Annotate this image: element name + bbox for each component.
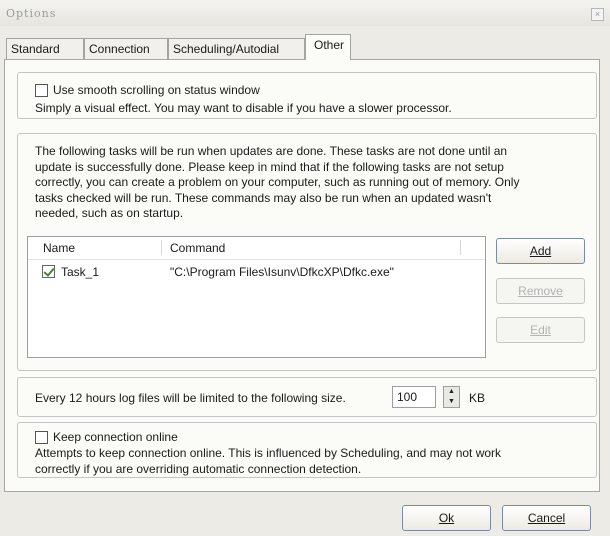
remove-button[interactable]: Remove <box>496 278 585 304</box>
log-size-label: Every 12 hours log files will be limited… <box>35 391 346 405</box>
edit-button[interactable]: Edit <box>496 317 585 343</box>
spin-up-icon[interactable]: ▲ <box>444 387 459 397</box>
tab-other[interactable]: Other <box>305 34 351 60</box>
add-button[interactable]: Add <box>496 238 585 264</box>
log-size-input[interactable]: 100 <box>392 386 436 408</box>
column-divider[interactable] <box>460 240 461 255</box>
log-size-stepper[interactable]: ▲ ▼ <box>443 386 460 408</box>
task-checkbox[interactable] <box>42 265 55 278</box>
tasks-description: The following tasks will be run when upd… <box>35 144 520 220</box>
tab-standard[interactable]: Standard <box>6 38 84 59</box>
table-row[interactable]: Task_1 "C:\Program Files\Isunv\DfkcXP\Df… <box>28 262 485 282</box>
window-title: Options <box>6 7 57 20</box>
tab-scheduling-autodial[interactable]: Scheduling/Autodial <box>168 38 305 59</box>
column-header-command[interactable]: Command <box>170 241 225 255</box>
tasks-list[interactable]: Name Command Task_1 "C:\Program Files\Is… <box>27 236 486 358</box>
task-command: "C:\Program Files\Isunv\DfkcXP\Dfkc.exe" <box>170 265 394 279</box>
keep-online-label: Keep connection online <box>53 430 178 444</box>
smooth-scroll-description: Simply a visual effect. You may want to … <box>35 101 452 115</box>
keep-online-checkbox[interactable] <box>35 431 48 444</box>
tab-connection[interactable]: Connection <box>84 38 168 59</box>
column-divider[interactable] <box>161 240 162 255</box>
keep-online-description: Attempts to keep connection online. This… <box>35 446 502 476</box>
title-bar: Options × <box>0 0 610 26</box>
smooth-scroll-checkbox[interactable] <box>35 84 48 97</box>
cancel-button[interactable]: Cancel <box>502 505 591 531</box>
ok-button[interactable]: Ok <box>402 505 491 531</box>
column-header-name[interactable]: Name <box>43 241 75 255</box>
task-name: Task_1 <box>61 265 100 279</box>
tasks-list-header: Name Command <box>28 237 485 260</box>
spin-down-icon[interactable]: ▼ <box>444 397 459 407</box>
close-icon[interactable]: × <box>591 8 604 21</box>
log-size-unit: KB <box>469 391 486 405</box>
smooth-scroll-label: Use smooth scrolling on status window <box>53 83 260 97</box>
